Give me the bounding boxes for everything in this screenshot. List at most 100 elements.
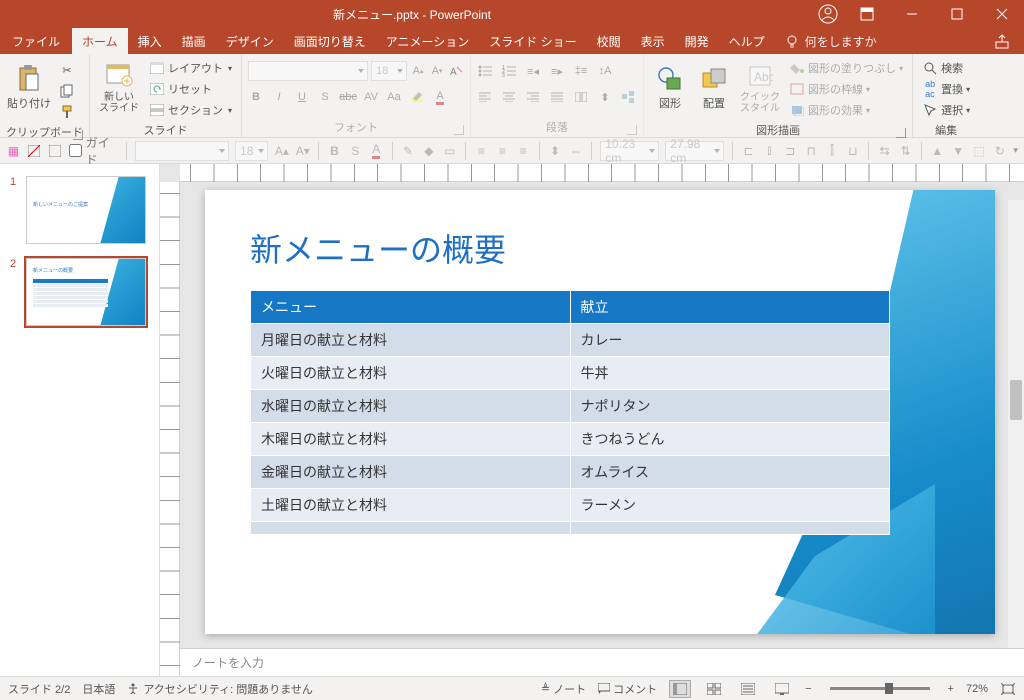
grow-font-icon[interactable]: A▴ bbox=[410, 63, 426, 79]
qat-valign[interactable]: ⬍ bbox=[548, 143, 563, 159]
tab-review[interactable]: 校閲 bbox=[587, 28, 631, 54]
qat-bold[interactable]: B bbox=[327, 143, 342, 159]
align-center-icon[interactable] bbox=[501, 89, 517, 105]
indent-inc-icon[interactable]: ≡▸ bbox=[549, 63, 565, 79]
table-cell[interactable]: 木曜日の献立と材料 bbox=[251, 423, 571, 456]
new-slide-button[interactable]: 新しいスライド bbox=[96, 56, 142, 120]
status-a11y[interactable]: アクセシビリティ: 問題ありません bbox=[127, 681, 313, 697]
arrange-button[interactable]: 配置 bbox=[694, 56, 734, 120]
table-cell[interactable]: カレー bbox=[570, 324, 890, 357]
slide-table[interactable]: メニュー 献立 月曜日の献立と材料カレー 火曜日の献立と材料牛丼 水曜日の献立と… bbox=[250, 290, 890, 535]
qat-al6[interactable]: ⊔ bbox=[845, 143, 860, 159]
tab-help[interactable]: ヘルプ bbox=[719, 28, 775, 54]
ribbon-display-icon[interactable] bbox=[844, 0, 889, 28]
qat-fontcolor[interactable]: A bbox=[369, 143, 384, 159]
tab-transition[interactable]: 画面切り替え bbox=[284, 28, 376, 54]
font-launcher[interactable] bbox=[454, 125, 464, 135]
section-button[interactable]: セクション▾ bbox=[146, 100, 235, 120]
shape-effects-button[interactable]: 図形の効果▾ bbox=[786, 100, 906, 120]
zoom-in[interactable]: + bbox=[948, 683, 954, 695]
columns-icon[interactable] bbox=[573, 89, 589, 105]
underline-icon[interactable]: U bbox=[294, 89, 310, 105]
change-case-icon[interactable]: Aa bbox=[386, 89, 402, 105]
font-family-combo[interactable] bbox=[248, 61, 368, 81]
vertical-scrollbar[interactable] bbox=[1008, 200, 1024, 648]
qat-highlight[interactable]: ✎ bbox=[401, 143, 416, 159]
tab-view[interactable]: 表示 bbox=[631, 28, 675, 54]
line-spacing-icon[interactable]: ‡≡ bbox=[573, 63, 589, 79]
qat-dist[interactable]: ⇔ bbox=[568, 143, 583, 159]
view-slideshow-icon[interactable] bbox=[771, 680, 793, 698]
qat-height[interactable]: 27.98 cm bbox=[665, 141, 724, 161]
status-comments[interactable]: コメント bbox=[598, 681, 657, 697]
table-cell[interactable]: きつねうどん bbox=[570, 423, 890, 456]
qat-icon-3[interactable] bbox=[48, 143, 63, 159]
qat-icon-1[interactable]: ▦ bbox=[6, 143, 21, 159]
qat-shrink-font[interactable]: A▾ bbox=[295, 143, 310, 159]
share-icon[interactable] bbox=[984, 28, 1024, 54]
clipboard-launcher[interactable] bbox=[73, 130, 83, 140]
tab-slideshow[interactable]: スライド ショー bbox=[479, 28, 586, 54]
replace-button[interactable]: abac置換▾ bbox=[919, 79, 973, 99]
table-cell[interactable]: 水曜日の献立と材料 bbox=[251, 390, 571, 423]
select-button[interactable]: 選択▾ bbox=[919, 100, 973, 120]
qat-al3[interactable]: ⊐ bbox=[783, 143, 798, 159]
table-header-menu[interactable]: メニュー bbox=[251, 291, 571, 324]
tab-insert[interactable]: 挿入 bbox=[128, 28, 172, 54]
strike-icon[interactable]: abc bbox=[340, 89, 356, 105]
thumb-2[interactable]: 新メニューの概要 bbox=[26, 258, 146, 326]
clear-format-icon[interactable]: A bbox=[448, 63, 464, 79]
copy-button[interactable] bbox=[56, 81, 78, 101]
minimize-icon[interactable] bbox=[889, 0, 934, 28]
notes-pane[interactable]: ノートを入力 bbox=[180, 648, 1024, 676]
table-cell[interactable] bbox=[570, 522, 890, 535]
paragraph-launcher[interactable] bbox=[627, 125, 637, 135]
qat-shadow[interactable]: S bbox=[348, 143, 363, 159]
status-lang[interactable]: 日本語 bbox=[82, 681, 115, 697]
qat-align-l[interactable]: ≡ bbox=[474, 143, 489, 159]
qat-al1[interactable]: ⊏ bbox=[741, 143, 756, 159]
tab-home[interactable]: ホーム bbox=[72, 28, 128, 54]
shape-fill-button[interactable]: 図形の塗りつぶし▾ bbox=[786, 58, 906, 78]
find-button[interactable]: 検索 bbox=[919, 58, 973, 78]
view-sorter-icon[interactable] bbox=[703, 680, 725, 698]
table-cell[interactable]: 月曜日の献立と材料 bbox=[251, 324, 571, 357]
view-reading-icon[interactable] bbox=[737, 680, 759, 698]
zoom-value[interactable]: 72% bbox=[966, 683, 988, 695]
tell-me[interactable]: 何をしますか bbox=[775, 28, 887, 54]
reset-button[interactable]: リセット bbox=[146, 79, 235, 99]
qat-width[interactable]: 10.23 cm bbox=[600, 141, 659, 161]
table-header-meal[interactable]: 献立 bbox=[570, 291, 890, 324]
tab-animation[interactable]: アニメーション bbox=[376, 28, 480, 54]
table-cell[interactable]: ラーメン bbox=[570, 489, 890, 522]
qat-group[interactable]: ⬚ bbox=[972, 143, 987, 159]
tab-file[interactable]: ファイル bbox=[0, 28, 72, 54]
quick-styles-button[interactable]: Abc クイックスタイル bbox=[738, 56, 782, 120]
qat-al5[interactable]: ⫿ bbox=[825, 143, 840, 159]
qat-front[interactable]: ▲ bbox=[930, 143, 945, 159]
shrink-font-icon[interactable]: A▾ bbox=[429, 63, 445, 79]
qat-fill[interactable]: ◆ bbox=[421, 143, 436, 159]
char-spacing-icon[interactable]: AV bbox=[363, 89, 379, 105]
fit-window-icon[interactable] bbox=[1000, 681, 1016, 697]
slide-canvas[interactable]: 新メニューの概要 メニュー 献立 月曜日の献立と材料カレー 火曜日の献立と材料牛… bbox=[205, 190, 995, 634]
qat-overflow[interactable]: ▾ bbox=[1013, 145, 1018, 156]
table-cell[interactable]: 火曜日の献立と材料 bbox=[251, 357, 571, 390]
qat-grow-font[interactable]: A▴ bbox=[274, 143, 289, 159]
smartart-icon[interactable] bbox=[621, 89, 637, 105]
table-cell[interactable]: 牛丼 bbox=[570, 357, 890, 390]
align-left-icon[interactable] bbox=[477, 89, 493, 105]
qat-icon-2[interactable] bbox=[27, 143, 42, 159]
qat-al4[interactable]: ⊓ bbox=[804, 143, 819, 159]
status-slide[interactable]: スライド 2/2 bbox=[8, 681, 70, 697]
format-painter-button[interactable] bbox=[56, 102, 78, 122]
qat-align-c[interactable]: ≡ bbox=[495, 143, 510, 159]
indent-dec-icon[interactable]: ≡◂ bbox=[525, 63, 541, 79]
tab-developer[interactable]: 開発 bbox=[675, 28, 719, 54]
align-right-icon[interactable] bbox=[525, 89, 541, 105]
drawing-launcher[interactable] bbox=[896, 128, 906, 138]
table-cell[interactable]: ナポリタン bbox=[570, 390, 890, 423]
qat-back[interactable]: ▼ bbox=[951, 143, 966, 159]
zoom-slider[interactable] bbox=[830, 687, 930, 690]
cut-button[interactable]: ✂ bbox=[56, 60, 78, 80]
